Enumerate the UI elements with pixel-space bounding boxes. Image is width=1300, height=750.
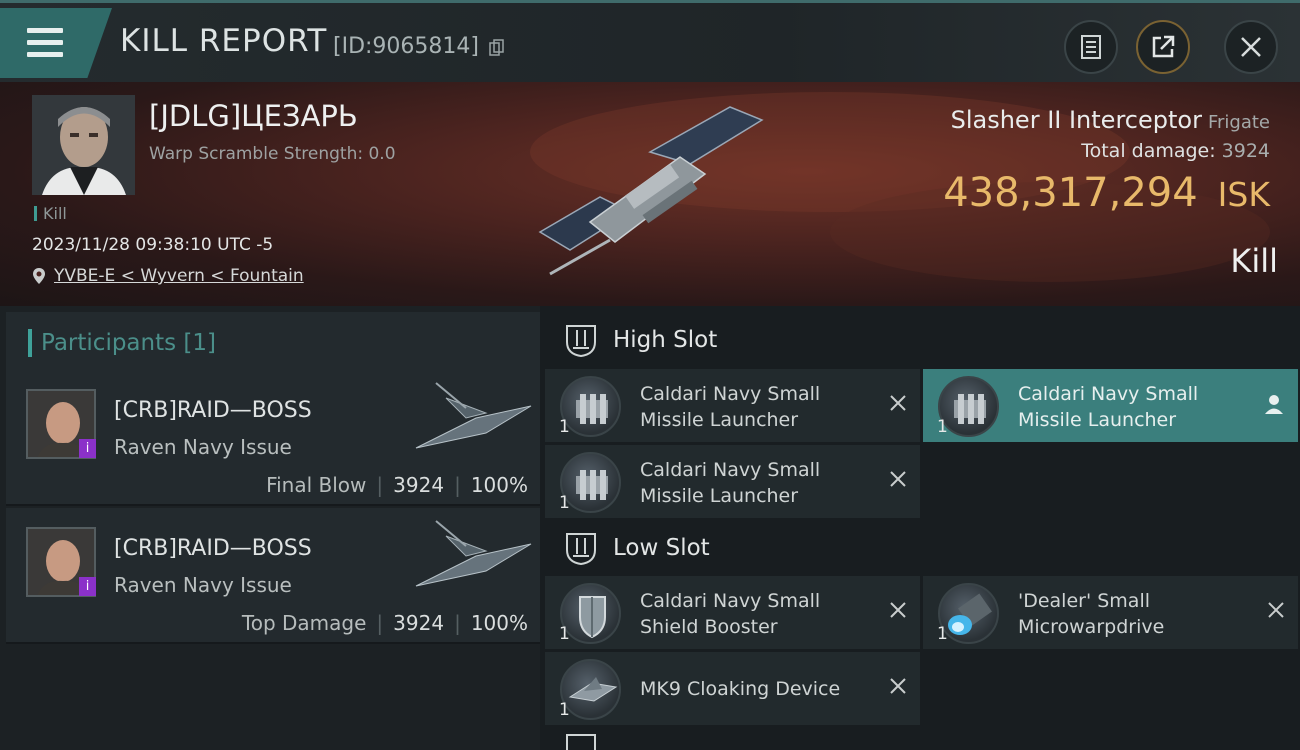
share-icon bbox=[1152, 35, 1175, 58]
participant-percent: 100% bbox=[470, 473, 528, 497]
destroyed-icon bbox=[890, 471, 906, 487]
accent-bar bbox=[28, 329, 32, 357]
victim-portrait[interactable] bbox=[32, 95, 135, 195]
total-damage: Total damage: 3924 bbox=[1081, 140, 1270, 162]
location-link[interactable]: YVBE-E < Wyvern < Fountain bbox=[54, 266, 304, 286]
victim-ship-type[interactable]: Slasher II Interceptor bbox=[951, 106, 1202, 134]
module-quantity: 1 bbox=[937, 624, 948, 644]
destroyed-icon bbox=[1268, 602, 1284, 618]
participant-name[interactable]: [CRB]RAID—BOSS bbox=[114, 536, 312, 561]
module-name: Caldari Navy Small Missile Launcher bbox=[1018, 383, 1199, 431]
low-slot-title: Low Slot bbox=[613, 535, 710, 561]
destroyed-icon bbox=[890, 678, 906, 694]
kill-datetime: 2023/11/28 09:38:10 UTC -5 bbox=[32, 235, 274, 255]
participant-name[interactable]: [CRB]RAID—BOSS bbox=[114, 398, 312, 423]
info-badge[interactable]: i bbox=[79, 439, 96, 458]
module-item[interactable]: 1 MK9 Cloaking Device bbox=[545, 652, 920, 725]
slot-icon bbox=[566, 734, 596, 750]
participant-stats: Final Blow | 3924 | 100% bbox=[266, 473, 528, 497]
kill-tag: Kill bbox=[34, 204, 67, 223]
module-quantity: 1 bbox=[559, 417, 570, 437]
participant-damage: 3924 bbox=[393, 473, 445, 497]
location-pin-icon bbox=[33, 268, 45, 284]
participants-header: Participants [1] bbox=[6, 312, 540, 370]
copy-icon[interactable] bbox=[489, 39, 504, 56]
module-quantity: 1 bbox=[937, 417, 948, 437]
isk-amount: 438,317,294 bbox=[943, 170, 1198, 216]
warp-scramble-strength: Warp Scramble Strength: 0.0 bbox=[149, 144, 396, 164]
close-icon bbox=[1241, 37, 1261, 57]
participants-panel: Participants [1] i [CRB]RAID—BOSS Raven … bbox=[0, 306, 540, 750]
next-slot-header bbox=[545, 730, 1300, 750]
victim-ship-image[interactable] bbox=[530, 102, 780, 282]
kill-banner: [JDLG]ЦЕЗАРЬ Warp Scramble Strength: 0.0… bbox=[0, 82, 1300, 306]
high-slot-title: High Slot bbox=[613, 327, 718, 353]
isk-unit: ISK bbox=[1217, 175, 1270, 214]
fitting-panel: High Slot 1 Caldari Navy Small Missile L… bbox=[540, 306, 1300, 750]
participant-stats: Top Damage | 3924 | 100% bbox=[241, 611, 528, 635]
share-button[interactable] bbox=[1136, 20, 1190, 74]
participant-ship: Raven Navy Issue bbox=[114, 573, 292, 597]
participant-role: Top Damage bbox=[241, 611, 367, 635]
isk-value: 438,317,294 ISK bbox=[943, 170, 1270, 216]
module-name: Caldari Navy Small Missile Launcher bbox=[640, 383, 821, 431]
slot-icon bbox=[566, 325, 596, 358]
total-damage-value: 3924 bbox=[1221, 140, 1270, 162]
module-item[interactable]: 1 Caldari Navy Small Missile Launcher bbox=[545, 445, 920, 518]
participant-ship-image bbox=[415, 382, 532, 449]
participant-row[interactable]: i [CRB]RAID—BOSS Raven Navy Issue Final … bbox=[6, 370, 540, 506]
participant-ship: Raven Navy Issue bbox=[114, 435, 292, 459]
module-name: Caldari Navy Small Shield Booster bbox=[640, 590, 821, 638]
participants-count: [1] bbox=[183, 330, 217, 356]
module-name: 'Dealer' Small Microwarpdrive bbox=[1018, 590, 1165, 638]
person-icon bbox=[1265, 395, 1283, 414]
participant-percent: 100% bbox=[470, 611, 528, 635]
low-slot-header: Low Slot bbox=[545, 518, 1300, 578]
module-item[interactable]: 1 'Dealer' Small Microwarpdrive bbox=[923, 576, 1298, 649]
victim-name: [JDLG]ЦЕЗАРЬ bbox=[149, 99, 358, 133]
module-item[interactable]: 1 Caldari Navy Small Shield Booster bbox=[545, 576, 920, 649]
info-badge[interactable]: i bbox=[79, 577, 96, 596]
menu-button[interactable] bbox=[0, 8, 112, 78]
page-title: KILL REPORT bbox=[120, 23, 328, 59]
ship-class: Frigate bbox=[1207, 112, 1270, 133]
participant-ship-image bbox=[415, 520, 532, 587]
module-quantity: 1 bbox=[559, 624, 570, 644]
module-name: MK9 Cloaking Device bbox=[640, 678, 841, 700]
report-icon bbox=[1081, 35, 1101, 59]
destroyed-icon bbox=[890, 395, 906, 411]
participant-row[interactable]: i [CRB]RAID—BOSS Raven Navy Issue Top Da… bbox=[6, 508, 540, 644]
high-slot-header: High Slot bbox=[545, 310, 1300, 370]
participant-role: Final Blow bbox=[266, 473, 367, 497]
location: YVBE-E < Wyvern < Fountain bbox=[32, 266, 304, 286]
total-damage-label: Total damage: bbox=[1081, 140, 1216, 162]
kill-result: Kill bbox=[1230, 242, 1278, 280]
report-id: [ID:9065814] bbox=[333, 34, 479, 59]
slot-icon bbox=[566, 533, 596, 566]
victim-ship-name: Slasher II Interceptor Frigate bbox=[951, 106, 1270, 134]
destroyed-icon bbox=[890, 602, 906, 618]
close-button[interactable] bbox=[1224, 20, 1278, 74]
menu-icon bbox=[27, 28, 63, 64]
module-quantity: 1 bbox=[559, 700, 570, 720]
header-bar: KILL REPORT [ID:9065814] bbox=[0, 0, 1300, 82]
module-name: Caldari Navy Small Missile Launcher bbox=[640, 459, 821, 507]
module-quantity: 1 bbox=[559, 493, 570, 513]
participants-title: Participants [1] bbox=[41, 330, 216, 356]
participants-label: Participants bbox=[41, 330, 177, 356]
module-item[interactable]: 1 Caldari Navy Small Missile Launcher bbox=[545, 369, 920, 442]
report-button[interactable] bbox=[1064, 20, 1118, 74]
participant-damage: 3924 bbox=[393, 611, 445, 635]
module-item[interactable]: 1 Caldari Navy Small Missile Launcher bbox=[923, 369, 1298, 442]
